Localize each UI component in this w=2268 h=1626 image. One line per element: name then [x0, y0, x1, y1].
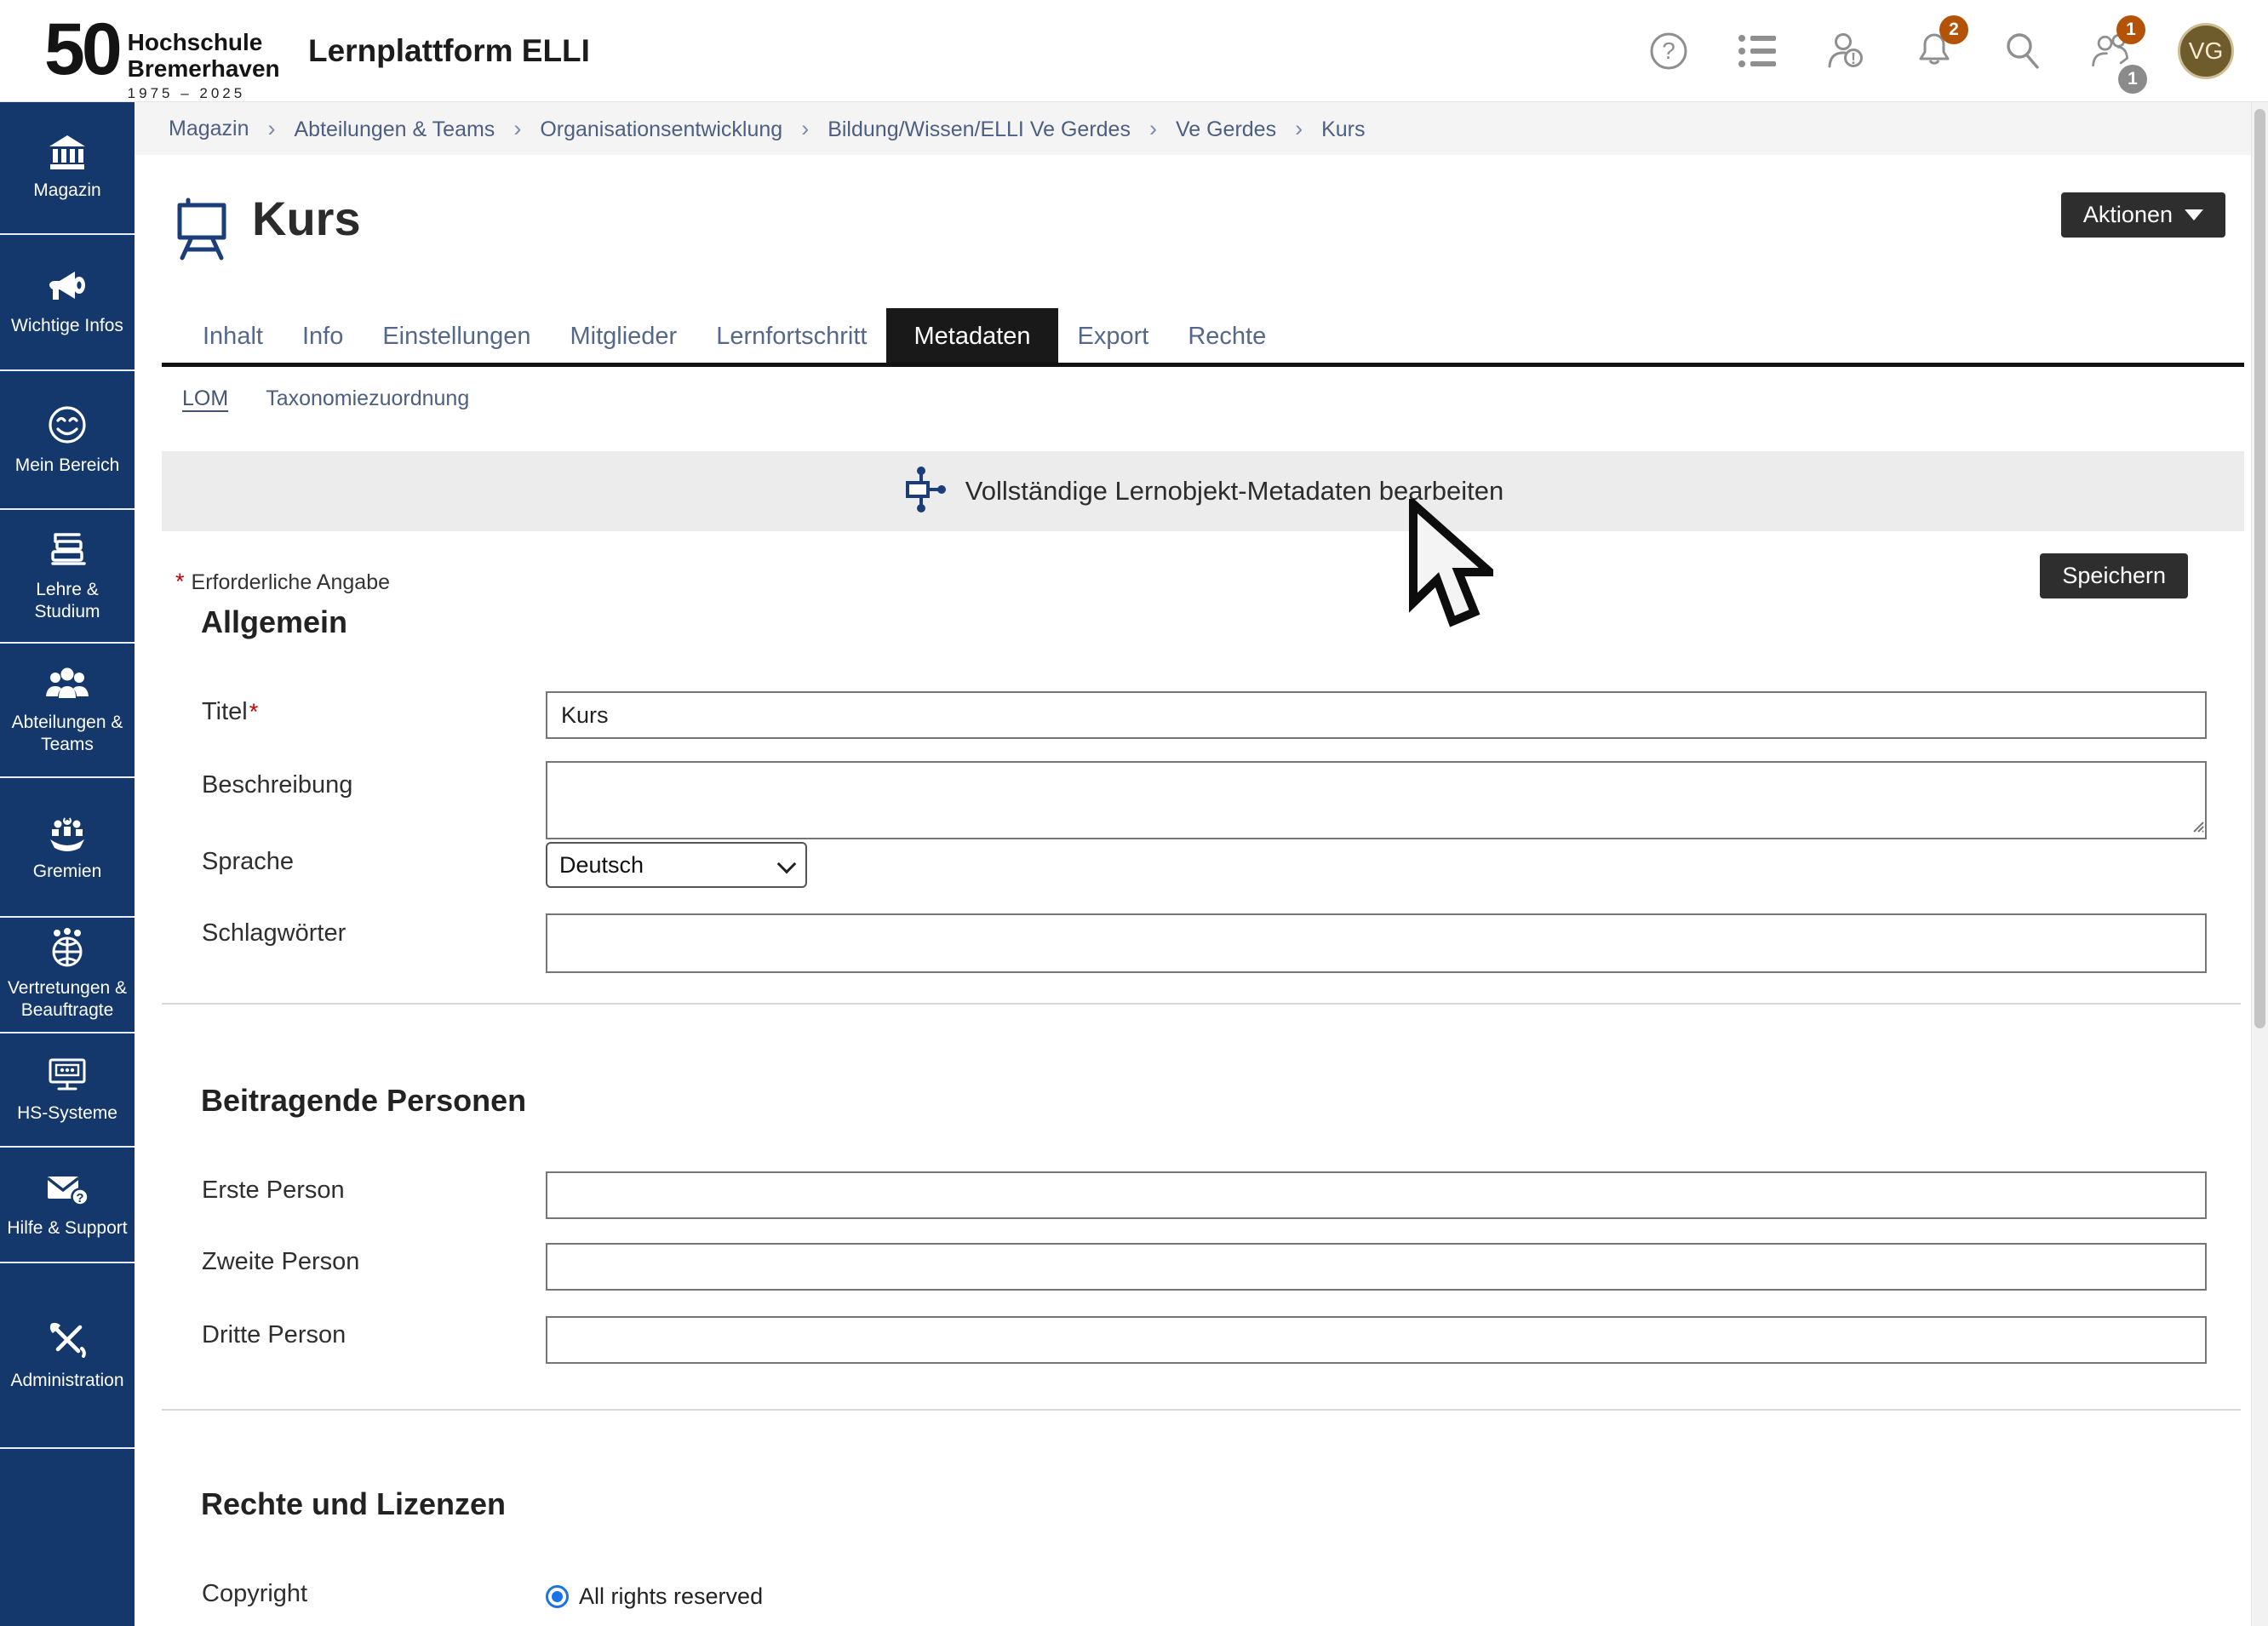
- tab-rechte[interactable]: Rechte: [1168, 308, 1286, 364]
- help-icon[interactable]: ?: [1647, 29, 1691, 73]
- monitor-password-icon: [45, 1055, 89, 1094]
- sidebar-item-hs-systeme[interactable]: HS-Systeme: [0, 1033, 135, 1148]
- svg-text:?: ?: [76, 1191, 83, 1205]
- subtab-lom[interactable]: LOM: [182, 386, 228, 411]
- erste-person-input[interactable]: [546, 1171, 2207, 1219]
- logo-years: 1975 – 2025: [128, 85, 280, 102]
- tab-underline: [162, 363, 2244, 367]
- banner-label: Vollständige Lernobjekt-Metadaten bearbe…: [965, 476, 1504, 507]
- copyright-label: Copyright: [202, 1580, 307, 1608]
- sidebar-item-wichtige-infos[interactable]: Wichtige Infos: [0, 235, 135, 371]
- titel-input[interactable]: [546, 691, 2207, 739]
- save-button[interactable]: Speichern: [2040, 553, 2188, 598]
- page-title: Kurs: [252, 191, 361, 246]
- tab-bar: Inhalt Info Einstellungen Mitglieder Ler…: [183, 308, 1286, 364]
- scrollbar-thumb[interactable]: [2254, 109, 2265, 1028]
- dritte-person-input[interactable]: [546, 1316, 2207, 1364]
- logo-50: 50: [44, 10, 119, 89]
- chevron-down-icon: [2185, 209, 2203, 220]
- sidebar-item-gremien[interactable]: Gremien: [0, 778, 135, 918]
- erste-person-label: Erste Person: [202, 1177, 345, 1205]
- subtab-bar: LOM Taxonomiezuordnung: [182, 386, 469, 411]
- required-asterisk: *: [175, 569, 185, 594]
- breadcrumb-item[interactable]: Organisationsentwicklung: [495, 116, 782, 142]
- bank-icon: [47, 134, 88, 171]
- committee-icon: [45, 811, 89, 852]
- breadcrumb-item[interactable]: Ve Gerdes: [1131, 116, 1276, 142]
- breadcrumb: Magazin Abteilungen & Teams Organisation…: [135, 102, 2251, 155]
- tab-info[interactable]: Info: [283, 308, 363, 364]
- beschreibung-textarea[interactable]: [546, 761, 2207, 839]
- breadcrumb-item[interactable]: Bildung/Wissen/ELLI Ve Gerdes: [782, 116, 1131, 142]
- sidebar-item-hilfe-support[interactable]: ? Hilfe & Support: [0, 1148, 135, 1263]
- svg-text:?: ?: [1662, 37, 1675, 64]
- required-note: *Erforderliche Angabe: [175, 569, 390, 595]
- main-content: Magazin Abteilungen & Teams Organisation…: [135, 102, 2251, 1626]
- beschreibung-label: Beschreibung: [202, 771, 352, 799]
- notifications-bell-icon[interactable]: 2: [1912, 29, 1956, 73]
- main-sidebar: Magazin Wichtige Infos Mein Bereich: [0, 102, 135, 1626]
- globe-people-icon: [46, 928, 89, 969]
- smiley-icon: [46, 404, 89, 446]
- section-heading-allgemein: Allgemein: [201, 604, 347, 640]
- main-menu-list-icon[interactable]: [1735, 29, 1779, 73]
- user-avatar[interactable]: VG: [2178, 23, 2234, 79]
- schlagwoerter-input[interactable]: [546, 913, 2207, 973]
- sprache-label: Sprache: [202, 848, 294, 876]
- vertical-scrollbar[interactable]: [2251, 102, 2268, 1626]
- actions-dropdown-button[interactable]: Aktionen: [2061, 192, 2225, 238]
- titel-required-asterisk: *: [249, 699, 259, 724]
- app-title: Lernplattform ELLI: [308, 0, 590, 102]
- ilias-metadata-screen: 50 Hochschule Bremerhaven 1975 – 2025 Le…: [0, 0, 2268, 1626]
- sidebar-item-mein-bereich[interactable]: Mein Bereich: [0, 371, 135, 510]
- copyright-radio-selected[interactable]: [546, 1585, 569, 1608]
- contacts-badge-seen: 1: [2118, 65, 2147, 94]
- subtab-taxonomiezuordnung[interactable]: Taxonomiezuordnung: [266, 386, 469, 411]
- sidebar-item-abteilungen-teams[interactable]: Abteilungen & Teams: [0, 644, 135, 778]
- breadcrumb-item[interactable]: Magazin: [169, 117, 249, 141]
- sprache-select[interactable]: Deutsch: [546, 842, 807, 888]
- schlagwoerter-label: Schlagwörter: [202, 919, 346, 948]
- tab-lernfortschritt[interactable]: Lernfortschritt: [696, 308, 886, 364]
- tab-inhalt[interactable]: Inhalt: [183, 308, 283, 364]
- notifications-badge: 2: [1939, 15, 1968, 44]
- breadcrumb-item[interactable]: Kurs: [1276, 116, 1365, 142]
- sidebar-item-lehre-studium[interactable]: Lehre & Studium: [0, 510, 135, 644]
- copyright-radio-row: All rights reserved: [546, 1583, 763, 1610]
- section-heading-rechte-lizenzen: Rechte und Lizenzen: [201, 1486, 506, 1522]
- sidebar-item-vertretungen-beauftragte[interactable]: Vertretungen & Beauftragte: [0, 918, 135, 1033]
- people-group-icon: [44, 664, 90, 703]
- university-logo[interactable]: 50 Hochschule Bremerhaven 1975 – 2025: [44, 10, 280, 102]
- search-icon[interactable]: [2001, 29, 2045, 73]
- edit-full-metadata-banner[interactable]: Vollständige Lernobjekt-Metadaten bearbe…: [162, 451, 2244, 531]
- logo-line2: Bremerhaven: [128, 55, 280, 82]
- sidebar-item-administration[interactable]: Administration: [0, 1263, 135, 1449]
- titel-label: Titel*: [202, 698, 265, 726]
- sidebar-item-magazin[interactable]: Magazin: [0, 102, 135, 235]
- course-easel-icon: [174, 198, 230, 265]
- contacts-icon[interactable]: 1 1: [2089, 29, 2133, 73]
- logo-line1: Hochschule: [128, 29, 280, 55]
- section-heading-beitragende-personen: Beitragende Personen: [201, 1083, 526, 1119]
- top-bar: 50 Hochschule Bremerhaven 1975 – 2025 Le…: [0, 0, 2268, 102]
- metadata-node-icon: [902, 465, 947, 518]
- breadcrumb-item[interactable]: Abteilungen & Teams: [249, 116, 495, 142]
- contacts-badge-new: 1: [2116, 15, 2145, 44]
- copyright-option-label: All rights reserved: [579, 1583, 763, 1610]
- awareness-who-is-online-icon[interactable]: !: [1824, 29, 1868, 73]
- tools-icon: [46, 1319, 89, 1361]
- section-divider: [162, 1003, 2241, 1005]
- svg-text:!: !: [1851, 50, 1856, 67]
- zweite-person-label: Zweite Person: [202, 1248, 359, 1276]
- books-icon: [45, 530, 89, 570]
- dritte-person-label: Dritte Person: [202, 1321, 346, 1349]
- mail-question-icon: ?: [44, 1170, 90, 1209]
- zweite-person-input[interactable]: [546, 1243, 2207, 1291]
- section-divider: [162, 1409, 2241, 1411]
- tab-einstellungen[interactable]: Einstellungen: [363, 308, 550, 364]
- megaphone-icon: [46, 267, 89, 306]
- tab-export[interactable]: Export: [1058, 308, 1169, 364]
- tab-mitglieder[interactable]: Mitglieder: [550, 308, 696, 364]
- tab-metadaten[interactable]: Metadaten: [886, 308, 1057, 364]
